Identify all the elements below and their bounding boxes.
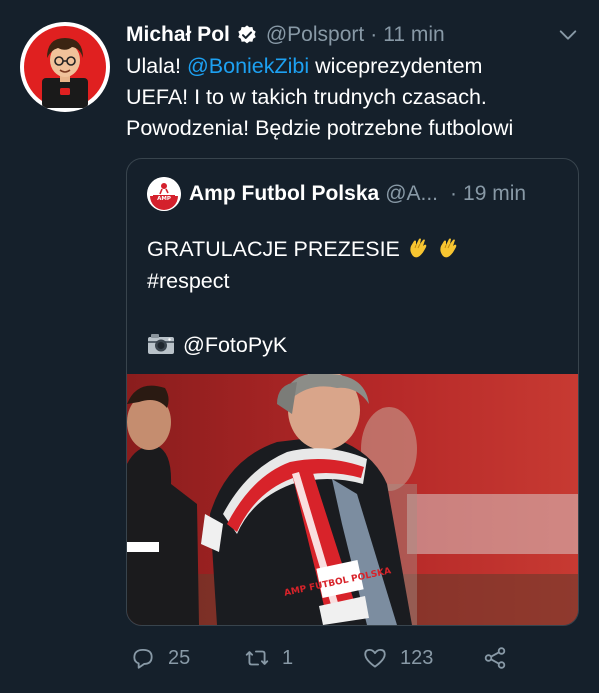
like-icon — [362, 645, 388, 671]
author-name[interactable]: Michał Pol — [126, 23, 230, 47]
tweet-timestamp[interactable]: 11 min — [383, 23, 444, 47]
tweet-text-suffix: wiceprezydentem — [309, 54, 483, 78]
photo-credit-mention[interactable]: @FotoPyK — [183, 333, 287, 357]
tweet-text-line-2: UEFA! I to w takich trudnych czasach. — [126, 85, 487, 109]
reply-count: 25 — [168, 646, 191, 669]
quoted-author-name[interactable]: Amp Futbol Polska — [189, 182, 379, 206]
reply-icon — [130, 645, 156, 671]
share-button[interactable] — [482, 640, 508, 676]
tweet-header: Michał Pol @Polsport · 11 min — [126, 20, 445, 50]
header-separator: · — [370, 23, 378, 46]
quoted-text-blank — [147, 297, 460, 329]
quoted-tweet-card[interactable]: AMP Amp Futbol Polska @A... · 19 min GRA… — [126, 158, 579, 626]
share-icon — [482, 645, 508, 671]
camera-icon — [147, 333, 175, 355]
mention-link[interactable]: @BoniekZibi — [187, 54, 309, 78]
author-avatar[interactable] — [20, 22, 110, 112]
tweet-actions: 25 1 123 — [126, 640, 586, 676]
quoted-text-line-1: GRATULACJE PREZESIE — [147, 233, 460, 265]
clapping-hands-icon — [436, 236, 460, 260]
tweet-text-line-1: Ulala! @BoniekZibi wiceprezydentem — [126, 51, 586, 82]
quoted-author-avatar[interactable]: AMP — [147, 177, 181, 211]
like-count: 123 — [400, 646, 434, 669]
tweet-text-prefix: Ulala! — [126, 54, 187, 78]
tweet-text-line-3: Powodzenia! Będzie potrzebne futbolowi — [126, 116, 514, 140]
clapping-hands-icon — [406, 236, 430, 260]
quoted-text-line-4: @FotoPyK — [147, 329, 460, 361]
verified-badge-icon — [236, 24, 258, 46]
chevron-down-icon[interactable] — [557, 24, 579, 46]
reply-button[interactable]: 25 — [130, 640, 190, 676]
retweet-icon — [244, 645, 270, 671]
quoted-author-handle[interactable]: @A... — [385, 182, 438, 206]
quoted-text-headline: GRATULACJE PREZESIE — [147, 237, 400, 261]
quoted-tweet-photo[interactable]: AMP FUTBOL POLSKA — [127, 374, 578, 625]
like-button[interactable]: 123 — [362, 640, 433, 676]
quoted-header-separator: · — [450, 182, 458, 205]
quoted-tweet-header: AMP Amp Futbol Polska @A... · 19 min — [147, 177, 526, 211]
author-avatar-image — [24, 26, 106, 108]
quoted-tweet-body: GRATULACJE PREZESIE #respect @FotoPyK — [147, 233, 460, 361]
author-handle[interactable]: @Polsport — [266, 23, 364, 47]
tweet: Michał Pol @Polsport · 11 min Ulala! @Bo… — [0, 0, 599, 693]
tweet-body: Ulala! @BoniekZibi wiceprezydentem UEFA!… — [126, 51, 586, 144]
retweet-count: 1 — [282, 646, 294, 669]
quoted-hashtag[interactable]: #respect — [147, 265, 460, 297]
quoted-tweet-timestamp[interactable]: 19 min — [463, 182, 526, 206]
svg-text:AMP: AMP — [157, 196, 171, 202]
retweet-button[interactable]: 1 — [244, 640, 293, 676]
